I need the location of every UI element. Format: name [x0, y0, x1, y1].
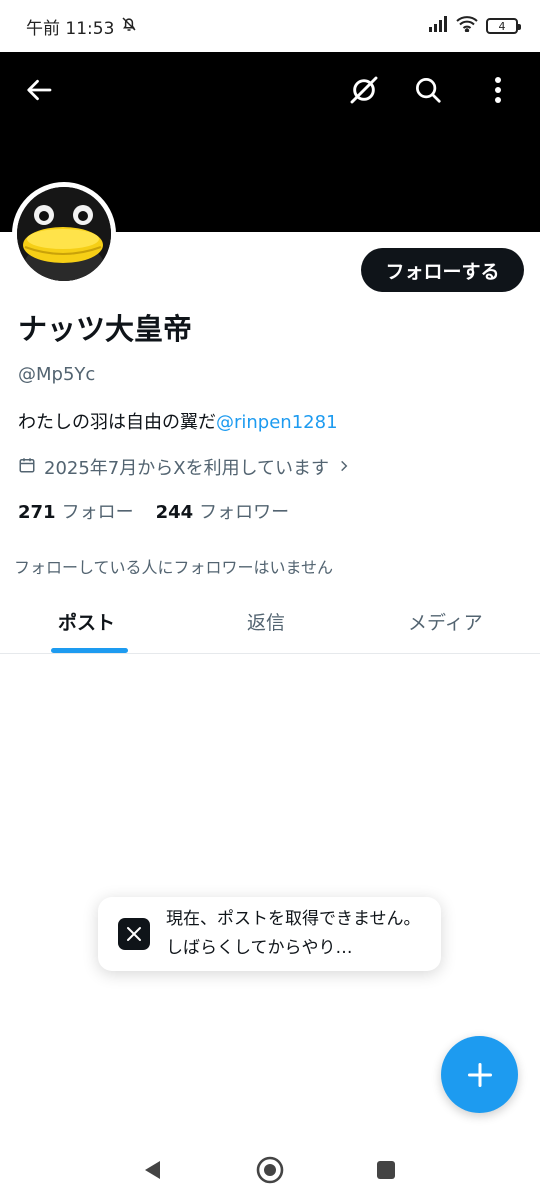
arrow-left-icon — [27, 79, 52, 101]
grok-button[interactable] — [346, 72, 382, 108]
error-toast: 現在、ポストを取得できません。しばらくしてからやり… — [98, 897, 441, 971]
signal-icon — [428, 15, 448, 37]
nav-back-button[interactable] — [136, 1154, 168, 1186]
bio-mention-link[interactable]: @rinpen1281 — [216, 412, 338, 433]
followers-count: 244 — [155, 502, 194, 523]
toast-message: 現在、ポストを取得できません。しばらくしてからやり… — [166, 909, 421, 958]
nav-home-button[interactable] — [254, 1154, 286, 1186]
profile-page: 午前 11:53 4 フォローする ナッツ大皇帝 @Mp5Yc わたしの羽は自由… — [0, 0, 540, 1200]
battery-icon: 4 — [486, 18, 521, 34]
bio-text: わたしの羽は自由の翼だ — [18, 412, 216, 433]
search-icon — [416, 78, 441, 103]
tab-replies[interactable]: 返信 — [247, 608, 285, 635]
following-label: フォロー — [61, 502, 134, 523]
status-bar: 午前 11:53 4 — [0, 0, 540, 52]
triangle-back-icon — [145, 1161, 160, 1179]
followers-label: フォロワー — [199, 502, 290, 523]
plus-icon — [467, 1062, 492, 1087]
status-time: 午前 11:53 — [26, 18, 115, 39]
followers-link[interactable]: 244 フォロワー — [156, 498, 290, 524]
wifi-icon — [456, 15, 478, 37]
following-count: 271 — [18, 502, 56, 523]
following-link[interactable]: 271 フォロー — [18, 498, 134, 524]
chevron-right-icon — [337, 457, 351, 478]
tab-posts[interactable]: ポスト — [58, 608, 115, 635]
battery-level: 4 — [498, 19, 506, 33]
profile-tabs: ポスト 返信 メディア — [0, 596, 540, 654]
profile-handle: @Mp5Yc — [18, 364, 96, 385]
avatar[interactable] — [12, 182, 116, 286]
nav-recents-button[interactable] — [370, 1154, 402, 1186]
more-button[interactable] — [480, 72, 516, 108]
profile-bio: わたしの羽は自由の翼だ@rinpen1281 — [18, 408, 338, 434]
follow-button[interactable]: フォローする — [361, 248, 524, 292]
mute-bell-icon — [120, 15, 138, 38]
active-tab-indicator — [51, 648, 128, 653]
circle-home-icon — [256, 1156, 284, 1184]
search-button[interactable] — [410, 72, 446, 108]
grok-icon — [350, 76, 378, 104]
x-logo-icon — [118, 918, 150, 950]
square-recents-icon — [377, 1161, 395, 1179]
profile-name: ナッツ大皇帝 — [18, 312, 193, 346]
tab-media[interactable]: メディア — [408, 608, 483, 635]
status-icons: 4 — [428, 15, 521, 37]
back-button[interactable] — [22, 72, 58, 108]
calendar-icon — [18, 456, 36, 479]
mutual-followers-note: フォローしている人にフォロワーはいません — [14, 558, 334, 577]
joined-date: 2025年7月からXを利用しています — [44, 458, 330, 479]
follow-counts: 271 フォロー 244 フォロワー — [18, 498, 289, 524]
more-vertical-icon — [495, 77, 501, 103]
joined-info[interactable]: 2025年7月からXを利用しています — [18, 454, 351, 480]
system-nav-bar — [0, 1140, 540, 1200]
penguin-avatar — [17, 187, 111, 281]
compose-post-button[interactable] — [441, 1036, 518, 1113]
status-time-group: 午前 11:53 — [26, 14, 138, 39]
